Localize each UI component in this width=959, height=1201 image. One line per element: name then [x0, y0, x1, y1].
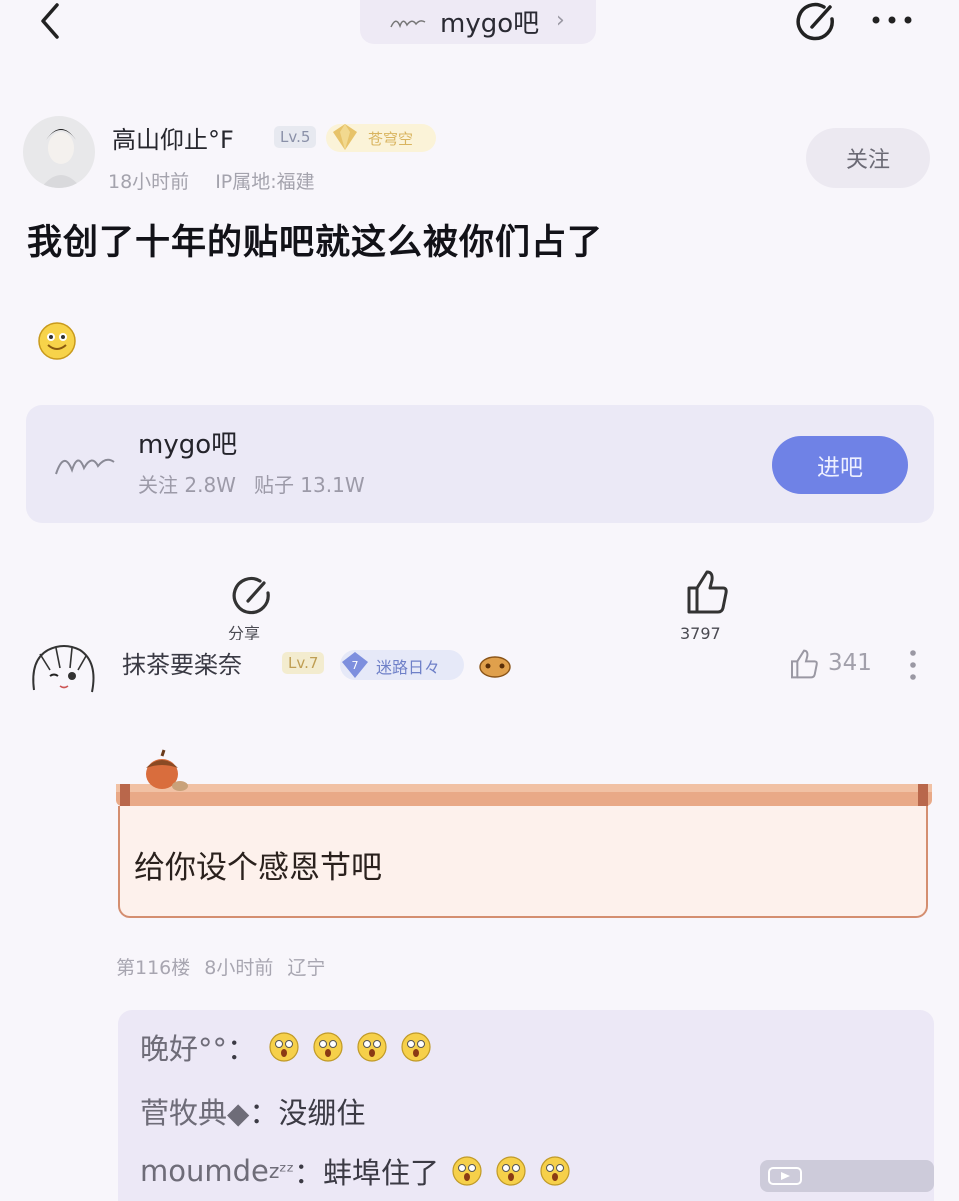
smile-emoji-icon	[38, 322, 76, 360]
shocked-emoji-icon	[313, 1032, 343, 1062]
thumbs-up-icon	[791, 649, 818, 679]
reply-item[interactable]: 晚好°°：	[140, 1026, 432, 1068]
chevron-right-icon: ›	[556, 8, 565, 33]
comment-location: 辽宁	[287, 957, 326, 979]
share-label: 分享	[228, 624, 261, 640]
commenter-title-text: 迷路日々	[376, 658, 441, 677]
thumbs-up-icon	[687, 570, 728, 614]
share-icon	[232, 576, 270, 615]
comment-text: 给你设个感恩节吧	[134, 850, 382, 886]
sleep-zzz-icon: zᶻᶻ	[268, 1159, 295, 1183]
comment-like-button[interactable]	[787, 647, 821, 681]
reply-item[interactable]: 菅牧典◆：没绷住	[140, 1090, 365, 1132]
reply-text: 蚌埠住了	[323, 1156, 440, 1190]
more-icon	[872, 16, 912, 24]
reply-separator: ：	[249, 1096, 279, 1130]
diamond-badge-icon	[333, 124, 357, 150]
like-count: 3797	[680, 624, 721, 640]
edit-icon	[796, 2, 834, 41]
author-name[interactable]: 高山仰止°F	[112, 120, 234, 155]
edit-button[interactable]	[793, 0, 839, 44]
comment-time: 8小时前	[204, 957, 274, 979]
more-vertical-icon	[910, 650, 916, 680]
forum-posts: 贴子 13.1W	[253, 473, 365, 497]
author-avatar[interactable]	[23, 116, 95, 188]
author-level-badge: Lv.5	[274, 126, 317, 148]
shocked-emoji-icon	[452, 1156, 482, 1186]
diamond-badge-icon: 7	[342, 652, 368, 678]
forum-name[interactable]: mygo吧	[138, 424, 237, 461]
video-watermark-icon	[768, 1167, 802, 1185]
shocked-emoji-icon	[357, 1032, 387, 1062]
follow-button[interactable]: 关注	[806, 128, 930, 188]
mygo-logo-icon	[55, 458, 115, 475]
shocked-emoji-icon	[496, 1156, 526, 1186]
reply-separator: ：	[294, 1156, 324, 1190]
comment-more-button[interactable]	[898, 645, 928, 685]
commenter-badge-number: 7	[352, 659, 359, 672]
like-button[interactable]	[682, 566, 732, 618]
acorn-decoration-icon	[146, 749, 188, 791]
commenter-avatar[interactable]	[26, 640, 100, 700]
more-button[interactable]	[866, 0, 918, 40]
author-title-text: 苍穹空	[368, 130, 414, 148]
back-button[interactable]	[30, 0, 70, 42]
reply-author[interactable]: 菅牧典◆	[140, 1090, 249, 1132]
post-time: 18小时前	[108, 171, 190, 193]
share-button[interactable]	[228, 574, 276, 620]
forum-stats: 关注 2.8W 贴子 13.1W	[138, 469, 383, 498]
forum-followers: 关注 2.8W	[138, 473, 236, 497]
post-meta: 18小时前 IP属地:福建	[108, 167, 341, 194]
comment-floor: 第116楼	[116, 957, 191, 979]
commenter-name[interactable]: 抹茶要楽奈	[122, 645, 242, 680]
commenter-level-badge: Lv.7	[282, 652, 325, 674]
reply-text: 没绷住	[278, 1096, 366, 1130]
scroll-frame-top	[116, 784, 932, 806]
comment-like-count: 341	[828, 650, 872, 676]
back-icon	[41, 3, 59, 39]
comment-meta: 第116楼 8小时前 辽宁	[116, 953, 339, 980]
post-ip: IP属地:福建	[215, 171, 315, 193]
shocked-emoji-icon	[401, 1032, 431, 1062]
reply-separator: ：	[227, 1032, 257, 1066]
enter-forum-button[interactable]: 进吧	[772, 436, 908, 494]
reply-item[interactable]: moumde zᶻᶻ：蚌埠住了	[140, 1150, 571, 1192]
forum-title[interactable]: mygo吧	[440, 3, 539, 40]
mygo-logo-icon	[390, 20, 426, 29]
reply-author[interactable]: moumde	[140, 1154, 269, 1188]
gamepad-emoji-icon	[479, 656, 511, 678]
reply-author[interactable]: 晚好°°	[140, 1026, 227, 1068]
shocked-emoji-icon	[540, 1156, 570, 1186]
post-title: 我创了十年的贴吧就这么被你们占了	[27, 223, 604, 263]
shocked-emoji-icon	[269, 1032, 299, 1062]
